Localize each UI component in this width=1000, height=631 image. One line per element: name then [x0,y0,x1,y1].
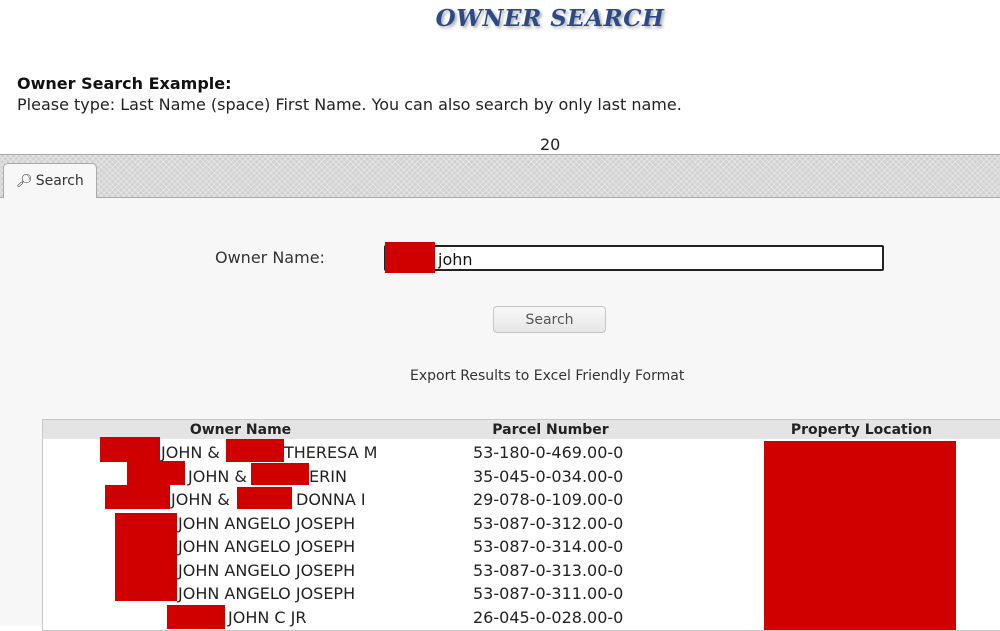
page-title: OWNER SEARCH [435,5,665,32]
owner-name-cell: JOHN ANGELO JOSEPH [178,514,356,533]
parcel-number-cell: 53-087-0-311.00-0 [473,584,624,603]
column-header-parcel-number[interactable]: Parcel Number [473,422,628,438]
export-results-link[interactable]: Export Results to Excel Friendly Format [410,368,684,384]
parcel-number-cell: 26-045-0-028.00-0 [473,608,624,627]
property-location-redaction [764,441,956,630]
redaction-block [385,242,435,273]
owner-name-cell: THERESA M [284,443,378,462]
column-header-owner-name[interactable]: Owner Name [163,422,318,438]
parcel-number-cell: 53-180-0-469.00-0 [473,443,624,462]
table-header: Owner Name Parcel Number Property Locati… [43,420,1000,439]
owner-name-label: Owner Name: [215,248,325,267]
result-count: 20 [540,135,561,154]
owner-name-cell: JOHN & [171,490,230,509]
redaction-block [251,463,309,485]
column-header-property-location[interactable]: Property Location [779,422,944,438]
redaction-block [100,437,160,462]
owner-name-cell: JOHN C JR [228,608,307,627]
owner-name-cell: JOHN & [188,467,247,486]
owner-name-cell: JOHN ANGELO JOSEPH [178,537,356,556]
parcel-number-cell: 53-087-0-312.00-0 [473,514,624,533]
owner-name-input[interactable] [384,245,884,271]
tab-search-label: Search [35,173,84,189]
owner-name-cell: JOHN & [161,443,220,462]
parcel-number-cell: 35-045-0-034.00-0 [473,467,624,486]
example-instructions: Please type: Last Name (space) First Nam… [17,95,682,114]
tab-search[interactable]: 🔍︎ Search [3,163,97,198]
parcel-number-cell: 53-087-0-313.00-0 [473,561,624,580]
redaction-block [105,485,170,509]
redaction-block [167,605,225,629]
owner-name-cell: JOHN ANGELO JOSEPH [178,584,356,603]
redaction-block [127,461,185,485]
results-table: Owner Name Parcel Number Property Locati… [42,419,1000,631]
search-button[interactable]: Search [493,306,606,333]
search-icon: 🔍︎ [16,173,33,189]
search-panel: 🔍︎ Search Owner Name: Search Export Resu… [0,154,1000,631]
parcel-number-cell: 53-087-0-314.00-0 [473,537,624,556]
owner-name-cell: JOHN ANGELO JOSEPH [178,561,356,580]
redaction-block [237,487,292,509]
example-heading: Owner Search Example: [17,74,232,93]
redaction-block [226,439,284,462]
parcel-number-cell: 29-078-0-109.00-0 [473,490,624,509]
owner-name-cell: DONNA I [296,490,366,509]
owner-name-cell: ERIN [309,467,347,486]
tab-bar: 🔍︎ Search [0,155,1000,198]
